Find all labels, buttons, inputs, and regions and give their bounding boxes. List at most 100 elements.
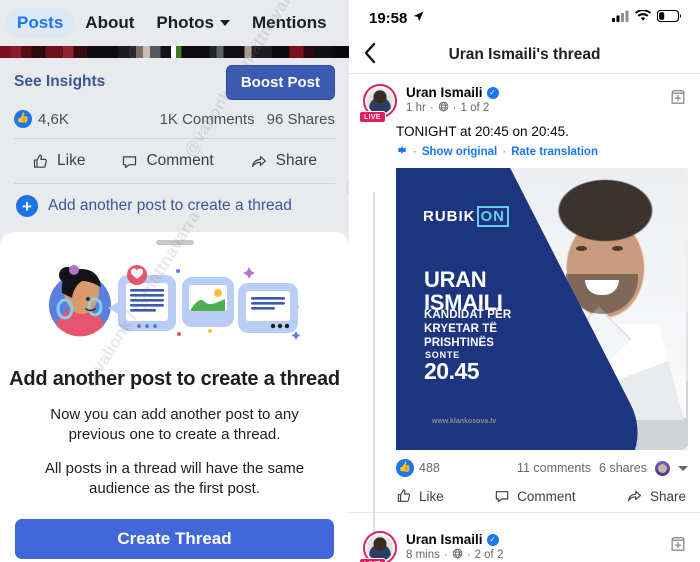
post-meta: 1 hr · · 1 of 2 xyxy=(406,101,686,115)
post-text: TONIGHT at 20:45 on 20:45. xyxy=(396,124,569,139)
cropped-post-photo-strip xyxy=(0,46,349,58)
thumbs-up-icon: 👍 xyxy=(396,459,414,477)
post-author-block: Uran Ismaili ✓ 8 mins · · 2 of 2 xyxy=(406,531,686,562)
reaction-counts-row: 👍 4,6K 1K Comments 96 Shares xyxy=(14,106,335,138)
status-bar-left: 19:58 xyxy=(369,10,425,27)
poster-subtitle-line-3: PRISHTINËS xyxy=(424,337,495,350)
post-header: LIVE Uran Ismaili ✓ 8 mins · xyxy=(349,521,700,562)
thumbs-up-icon xyxy=(396,488,412,504)
live-badge: LIVE xyxy=(359,111,386,123)
chevron-left-icon[interactable] xyxy=(363,42,376,68)
comment-bubble-icon xyxy=(121,153,138,170)
tab-posts-label: Posts xyxy=(17,13,64,32)
post-position: 1 of 2 xyxy=(460,102,490,114)
post-image-poster[interactable]: RUBIK ON URAN ISMAILI KANDIDAT PËR KRYET… xyxy=(396,168,688,450)
like-button[interactable]: Like xyxy=(32,152,85,170)
author-name[interactable]: Uran Ismaili xyxy=(406,85,483,100)
post-timestamp: 8 mins xyxy=(406,549,440,561)
rate-translation-link[interactable]: Rate translation xyxy=(511,146,598,158)
tab-photos-label: Photos xyxy=(156,13,214,32)
share-button[interactable]: Share xyxy=(626,488,686,504)
reaction-summary[interactable]: 👍 4,6K xyxy=(14,110,69,128)
tab-posts[interactable]: Posts xyxy=(6,8,75,38)
reaction-summary[interactable]: 👍 488 xyxy=(396,459,440,477)
like-button-label: Like xyxy=(419,488,444,504)
status-bar-right xyxy=(612,9,682,27)
comment-share-summary: 11 comments 6 shares xyxy=(517,460,688,476)
poster-eye xyxy=(576,246,587,251)
comment-button[interactable]: Comment xyxy=(494,488,576,504)
comment-bubble-icon xyxy=(494,488,510,504)
poster-eye xyxy=(612,246,623,251)
comment-button[interactable]: Comment xyxy=(121,152,214,170)
avatar[interactable] xyxy=(655,460,670,476)
chevron-down-icon[interactable] xyxy=(678,465,688,471)
location-arrow-icon xyxy=(412,10,425,27)
create-thread-button[interactable]: Create Thread xyxy=(15,519,334,559)
thread-post-2: LIVE Uran Ismaili ✓ 8 mins · xyxy=(349,513,700,562)
wifi-icon xyxy=(634,9,651,27)
insights-row: See Insights Boost Post xyxy=(14,58,335,106)
thread-post-1: LIVE Uran Ismaili ✓ 1 hr · · 1 of 2 TONI… xyxy=(349,74,700,513)
post-body: TONIGHT at 20:45 on 20:45. · Show origin… xyxy=(349,118,700,450)
sheet-drag-handle[interactable] xyxy=(155,240,194,245)
thread-connector-line xyxy=(373,192,375,562)
status-bar: 19:58 xyxy=(349,0,700,36)
status-bar-time: 19:58 xyxy=(369,9,408,27)
cellular-signal-icon xyxy=(612,9,629,27)
add-another-post-label: Add another post to create a thread xyxy=(48,197,292,214)
chevron-down-icon xyxy=(220,20,230,26)
show-original-link[interactable]: Show original xyxy=(422,146,497,158)
rubikon-logo-right: ON xyxy=(476,206,509,227)
engagement-counts-row: 👍 488 11 comments 6 shares xyxy=(349,450,700,482)
comments-count[interactable]: 1K Comments xyxy=(160,111,255,128)
app-root: Posts About Photos Mentions See Insights… xyxy=(0,0,700,562)
tab-mentions-label: Mentions xyxy=(252,13,327,32)
translate-separator: · xyxy=(413,145,417,158)
add-another-post-row[interactable]: + Add another post to create a thread xyxy=(14,184,335,228)
shares-count[interactable]: 96 Shares xyxy=(267,111,335,128)
avatar[interactable]: LIVE xyxy=(359,531,397,562)
comment-button-label: Comment xyxy=(146,152,214,169)
save-post-icon[interactable] xyxy=(668,86,688,112)
verified-badge-icon: ✓ xyxy=(486,86,499,99)
tab-photos[interactable]: Photos xyxy=(145,8,241,38)
verified-badge-icon: ✓ xyxy=(486,533,499,546)
like-button[interactable]: Like xyxy=(396,488,444,504)
share-button[interactable]: Share xyxy=(250,152,317,170)
tab-about-label: About xyxy=(85,13,135,32)
translation-row: · Show original · Rate translation xyxy=(396,139,686,159)
comments-count[interactable]: 11 comments xyxy=(517,461,591,475)
sheet-title: Add another post to create a thread xyxy=(9,368,340,390)
sheet-paragraph-1: Now you can add another post to any prev… xyxy=(50,406,299,444)
avatar[interactable]: LIVE xyxy=(359,84,397,123)
see-insights-link[interactable]: See Insights xyxy=(14,73,105,91)
globe-icon xyxy=(452,548,463,562)
meta-separator: · xyxy=(452,102,457,114)
sheet-paragraph-2: All posts in a thread will have the same… xyxy=(44,459,305,497)
post-header: LIVE Uran Ismaili ✓ 1 hr · · 1 of 2 xyxy=(349,74,700,123)
tab-about[interactable]: About xyxy=(74,8,145,38)
share-arrow-icon xyxy=(626,488,643,504)
meta-separator: · xyxy=(466,549,471,561)
post-timestamp: 1 hr xyxy=(406,102,426,114)
author-name[interactable]: Uran Ismaili xyxy=(406,532,483,547)
meta-separator: · xyxy=(429,102,434,114)
comment-share-counts: 1K Comments 96 Shares xyxy=(160,111,335,128)
save-post-icon[interactable] xyxy=(668,533,688,559)
profile-tab-bar: Posts About Photos Mentions xyxy=(0,0,349,46)
shares-count[interactable]: 6 shares xyxy=(599,461,647,475)
boost-post-button[interactable]: Boost Post xyxy=(225,64,335,100)
share-button-label: Share xyxy=(649,488,686,504)
post-actions-row: Like Comment Share xyxy=(349,482,700,513)
poster-website-url: www.klankosova.tv xyxy=(432,418,497,425)
post-author-block: Uran Ismaili ✓ 1 hr · · 1 of 2 xyxy=(406,84,686,115)
tab-mentions[interactable]: Mentions xyxy=(241,8,338,38)
translate-separator: · xyxy=(502,145,507,158)
gear-icon[interactable] xyxy=(396,144,408,159)
live-badge: LIVE xyxy=(359,558,386,562)
author-row: Uran Ismaili ✓ xyxy=(406,532,686,547)
battery-low-icon xyxy=(656,9,682,27)
like-button-label: Like xyxy=(57,152,86,169)
poster-broadcast-time: 20.45 xyxy=(424,358,480,384)
